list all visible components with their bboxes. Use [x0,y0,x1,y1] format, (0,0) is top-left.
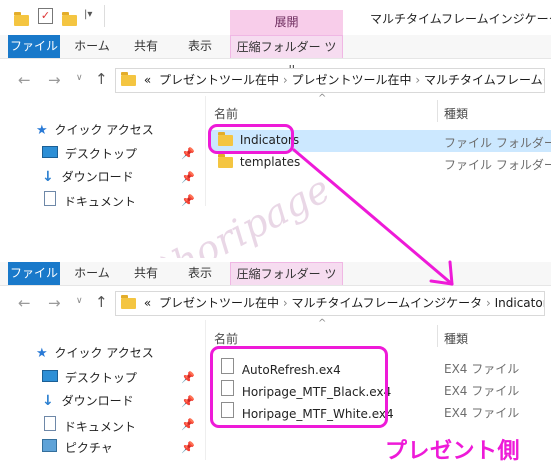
annotation-caption: プレゼント側 [385,439,521,464]
annotation-arrow [292,148,454,286]
